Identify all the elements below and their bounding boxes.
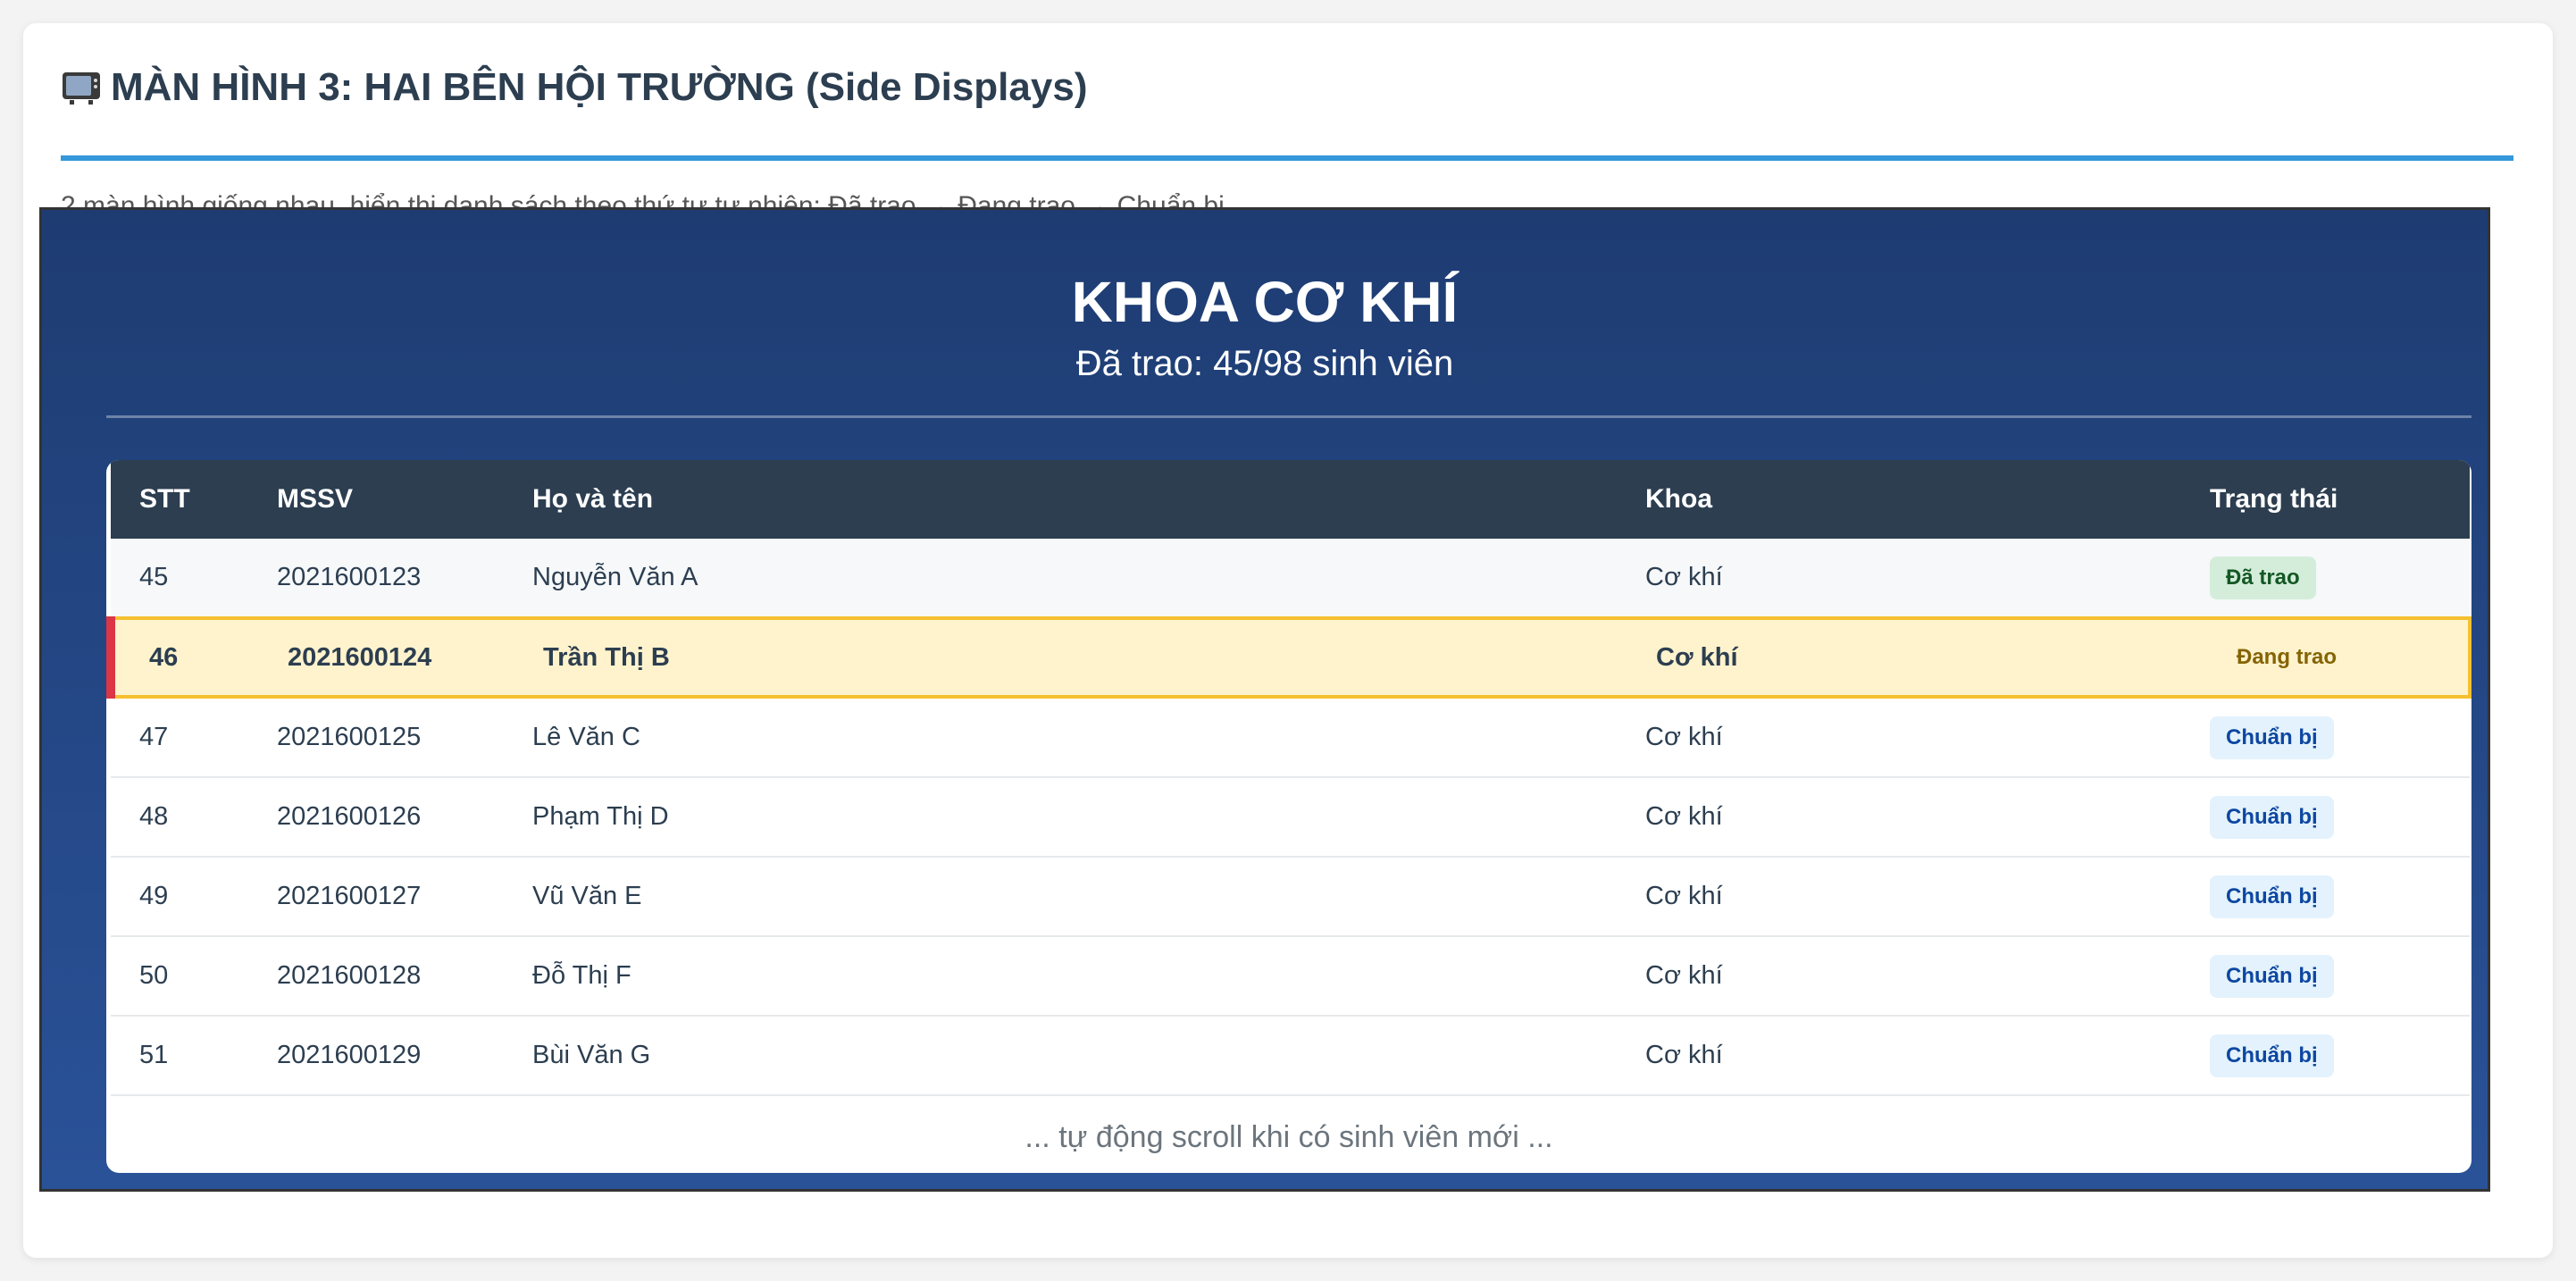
cell-name: Lê Văn C	[504, 697, 1617, 778]
cell-status: Chuẩn bị	[2181, 1016, 2470, 1096]
cell-mssv: 2021600129	[248, 1016, 504, 1096]
cell-mssv: 2021600124	[248, 616, 504, 699]
cell-status: Chuẩn bị	[2181, 936, 2470, 1017]
cell-khoa: Cơ khí	[1617, 697, 2181, 778]
section-title-text: MÀN HÌNH 3: HAI BÊN HỘI TRƯỜNG (Side Dis…	[111, 65, 1088, 109]
cell-mssv: 2021600127	[248, 857, 504, 937]
progress-counter: Đã trao: 45/98 sinh viên	[1075, 344, 1454, 383]
cell-khoa: Cơ khí	[1617, 539, 2181, 619]
auto-scroll-note: ... tự động scroll khi có sinh viên mới …	[1025, 1120, 1553, 1154]
cell-mssv: 2021600123	[248, 539, 504, 619]
cell-khoa: Cơ khí	[1617, 857, 2181, 937]
header-khoa: Khoa	[1645, 484, 1712, 514]
screen-divider	[106, 415, 2471, 418]
cell-status: Chuẩn bị	[2181, 777, 2470, 858]
cell-stt: 49	[111, 857, 248, 937]
cell-status: Đang trao	[2181, 616, 2471, 699]
section-title: MÀN HÌNH 3: HAI BÊN HỘI TRƯỜNG (Side Dis…	[61, 63, 2513, 113]
cell-stt: 46	[106, 616, 248, 699]
cell-mssv: 2021600126	[248, 777, 504, 858]
cell-mssv: 2021600125	[248, 697, 504, 778]
table-row: 48 2021600126 Phạm Thị D Cơ khí Chuẩn bị	[111, 777, 2470, 858]
cell-name: Nguyễn Văn A	[504, 539, 1617, 619]
status-badge: Chuẩn bị	[2210, 1034, 2334, 1077]
cell-mssv: 2021600128	[248, 936, 504, 1017]
status-badge: Chuẩn bị	[2210, 875, 2334, 918]
cell-stt: 45	[111, 539, 248, 619]
cell-name: Vũ Văn E	[504, 857, 1617, 937]
side-display-screen: KHOA CƠ KHÍ Đã trao: 45/98 sinh viên STT…	[39, 207, 2490, 1192]
table-row: 46 2021600124 Trần Thị B Cơ khí Đang trao	[106, 616, 2471, 699]
cell-stt: 47	[111, 697, 248, 778]
table-row: 50 2021600128 Đỗ Thị F Cơ khí Chuẩn bị	[111, 936, 2470, 1017]
tv-icon	[63, 72, 100, 105]
cell-name: Đỗ Thị F	[504, 936, 1617, 1017]
status-badge: Đang trao	[2237, 645, 2338, 669]
header-name: Họ và tên	[532, 484, 654, 514]
cell-stt: 48	[111, 777, 248, 858]
status-badge: Chuẩn bị	[2210, 795, 2334, 839]
cell-khoa: Cơ khí	[1617, 936, 2181, 1017]
cell-stt: 50	[111, 936, 248, 1017]
table-row: 47 2021600125 Lê Văn C Cơ khí Chuẩn bị	[111, 697, 2470, 778]
cell-name: Bùi Văn G	[504, 1016, 1617, 1096]
table-row: 45 2021600123 Nguyễn Văn A Cơ khí Đã trao	[111, 539, 2470, 619]
cell-stt: 51	[111, 1016, 248, 1096]
cell-khoa: Cơ khí	[1617, 1016, 2181, 1096]
cell-name: Trần Thị B	[504, 616, 1617, 699]
header-mssv: MSSV	[277, 484, 354, 514]
table-header-row: STT MSSV Họ và tên Khoa Trạng thái	[111, 460, 2470, 539]
cell-status: Đã trao	[2181, 539, 2470, 619]
table-row: 51 2021600129 Bùi Văn G Cơ khí Chuẩn bị	[111, 1016, 2470, 1096]
student-list-table: STT MSSV Họ và tên Khoa Trạng thái 45 202…	[106, 460, 2471, 1173]
cell-khoa: Cơ khí	[1617, 616, 2181, 699]
title-divider	[61, 155, 2513, 161]
cell-status: Chuẩn bị	[2181, 857, 2470, 937]
table-row: 49 2021600127 Vũ Văn E Cơ khí Chuẩn bị	[111, 857, 2470, 937]
status-badge: Đã trao	[2210, 556, 2316, 599]
cell-khoa: Cơ khí	[1617, 777, 2181, 858]
department-title: KHOA CƠ KHÍ	[1071, 270, 1459, 334]
header-status: Trạng thái	[2210, 484, 2338, 514]
status-badge: Chuẩn bị	[2210, 954, 2334, 998]
cell-name: Phạm Thị D	[504, 777, 1617, 858]
cell-status: Chuẩn bị	[2181, 697, 2470, 778]
header-stt: STT	[139, 484, 190, 514]
status-badge: Chuẩn bị	[2210, 716, 2334, 759]
